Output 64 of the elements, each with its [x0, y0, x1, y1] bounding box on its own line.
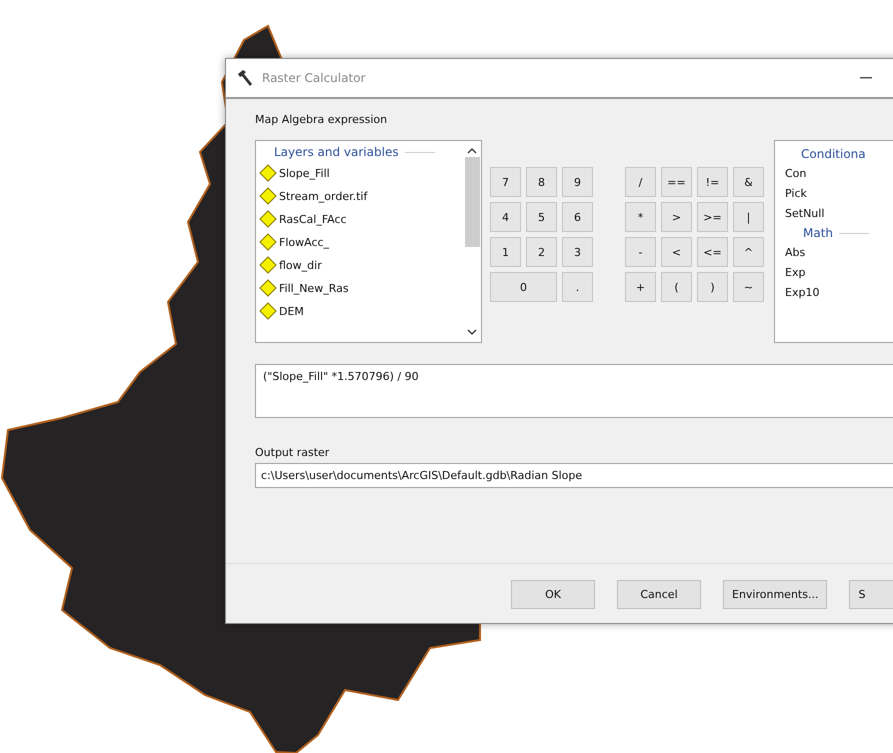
- key-button[interactable]: .: [562, 272, 593, 302]
- key-button[interactable]: <: [661, 237, 692, 267]
- diamond-icon: [259, 302, 277, 320]
- field-label: Output raster: [255, 446, 330, 459]
- diamond-icon: [259, 279, 277, 297]
- key-button[interactable]: 0: [490, 272, 557, 302]
- key-button[interactable]: >=: [697, 202, 728, 232]
- layer-item[interactable]: Slope_Fill: [259, 164, 463, 182]
- key-button[interactable]: ^: [733, 237, 764, 267]
- key-button[interactable]: ): [697, 272, 728, 302]
- diamond-icon: [259, 187, 277, 205]
- key-button[interactable]: !=: [697, 167, 728, 197]
- section-label: Map Algebra expression: [255, 113, 388, 126]
- hammer-icon: [236, 69, 254, 87]
- diamond-icon: [259, 164, 277, 182]
- key-button[interactable]: 5: [526, 202, 557, 232]
- tool-item[interactable]: Abs: [785, 245, 893, 260]
- layer-item[interactable]: Fill_New_Ras: [259, 279, 463, 297]
- layer-item[interactable]: RasCal_FAcc: [259, 210, 463, 228]
- key-button[interactable]: >: [661, 202, 692, 232]
- key-button[interactable]: (: [661, 272, 692, 302]
- group-header: Conditiona: [800, 147, 867, 161]
- scrollbar-thumb[interactable]: [464, 157, 480, 247]
- expression-field[interactable]: ("Slope_Fill" *1.570796) / 90: [255, 364, 893, 418]
- key-button[interactable]: 4: [490, 202, 521, 232]
- key-button[interactable]: <=: [697, 237, 728, 267]
- dialog-button[interactable]: S: [849, 580, 893, 609]
- key-button[interactable]: 9: [562, 167, 593, 197]
- key-button[interactable]: ~: [733, 272, 764, 302]
- key-button[interactable]: &: [733, 167, 764, 197]
- tool-item[interactable]: Con: [785, 166, 893, 181]
- list-header: Layers and variables: [259, 145, 463, 159]
- key-button[interactable]: ==: [661, 167, 692, 197]
- group-header: Math: [785, 226, 893, 240]
- layer-item[interactable]: flow_dir: [259, 256, 463, 274]
- dialog-button[interactable]: OK: [511, 580, 595, 609]
- dialog-button[interactable]: Cancel: [617, 580, 701, 609]
- tool-item[interactable]: SetNull: [785, 206, 893, 221]
- key-button[interactable]: 7: [490, 167, 521, 197]
- layer-item[interactable]: DEM: [259, 302, 463, 320]
- key-button[interactable]: *: [625, 202, 656, 232]
- key-button[interactable]: 3: [562, 237, 593, 267]
- tool-item[interactable]: Exp: [785, 265, 893, 280]
- key-button[interactable]: 1: [490, 237, 521, 267]
- tool-item[interactable]: Exp10: [785, 285, 893, 300]
- key-button[interactable]: 6: [562, 202, 593, 232]
- key-button[interactable]: |: [733, 202, 764, 232]
- key-button[interactable]: /: [625, 167, 656, 197]
- tool-item[interactable]: Pick: [785, 186, 893, 201]
- dialog-button[interactable]: Environments...: [723, 580, 828, 609]
- key-button[interactable]: 2: [526, 237, 557, 267]
- diamond-icon: [259, 210, 277, 228]
- layer-item[interactable]: FlowAcc_: [259, 233, 463, 251]
- scroll-down-icon[interactable]: [467, 328, 477, 336]
- window-title: Raster Calculator: [262, 71, 366, 85]
- output-field[interactable]: c:\Users\user\documents\ArcGIS\Default.gdb\Radian Slope: [255, 463, 893, 488]
- diamond-icon: [259, 233, 277, 251]
- layer-item[interactable]: Stream_order.tif: [259, 187, 463, 205]
- key-button[interactable]: +: [625, 272, 656, 302]
- key-button[interactable]: 8: [526, 167, 557, 197]
- diamond-icon: [259, 256, 277, 274]
- key-button[interactable]: -: [625, 237, 656, 267]
- scroll-up-icon[interactable]: [467, 147, 477, 155]
- minimize-icon[interactable]: [860, 77, 872, 79]
